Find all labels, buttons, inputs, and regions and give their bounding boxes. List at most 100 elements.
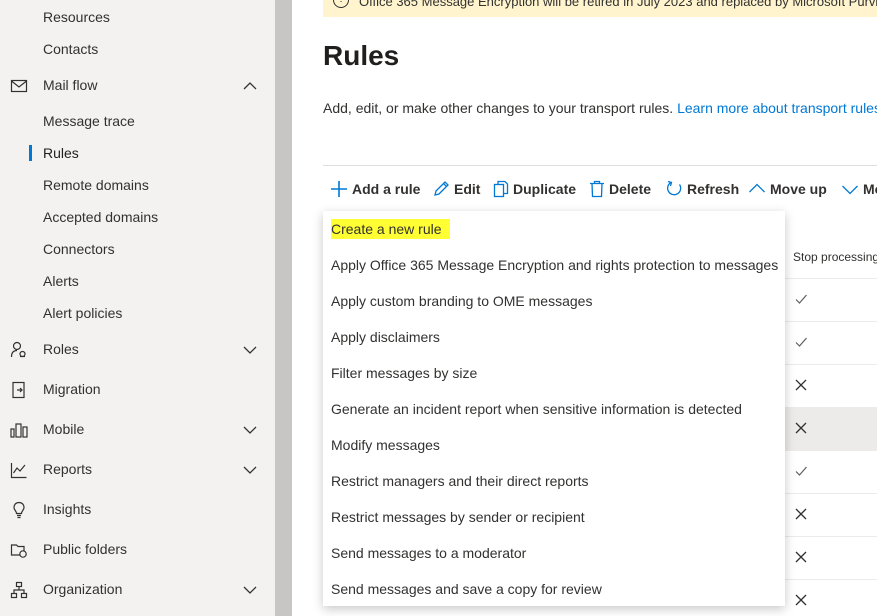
menu-item-save-copy-review[interactable]: Send messages and save a copy for review: [323, 571, 785, 607]
menu-item-label: Apply Office 365 Message Encryption and …: [331, 257, 779, 273]
column-header-stop-processing[interactable]: Stop processing: [793, 250, 877, 264]
sidebar-item-label: Organization: [43, 581, 123, 597]
checkmark-icon: [794, 464, 808, 478]
sidebar-item-mobile[interactable]: Mobile: [0, 413, 275, 445]
table-row[interactable]: [785, 365, 877, 408]
mobile-icon: [10, 421, 28, 439]
sidebar-item-accepted-domains[interactable]: Accepted domains: [0, 201, 275, 233]
mail-icon: [10, 77, 28, 95]
info-icon: !: [333, 0, 349, 8]
menu-item-modify-messages[interactable]: Modify messages: [323, 427, 785, 463]
sidebar-item-label: Remote domains: [43, 177, 149, 193]
checkmark-icon: [794, 292, 808, 306]
sidebar-scrollbar[interactable]: [275, 0, 292, 616]
sidebar-item-label: Mobile: [43, 421, 85, 437]
sidebar-item-resources[interactable]: Resources: [0, 1, 275, 33]
table-row[interactable]: [785, 408, 877, 451]
table-row[interactable]: [785, 451, 877, 494]
info-banner: ! Office 365 Message Encryption will be …: [323, 0, 877, 17]
menu-item-incident-report[interactable]: Generate an incident report when sensiti…: [323, 391, 785, 427]
add-rule-dropdown-menu: Create a new rule Apply Office 365 Messa…: [323, 211, 785, 606]
menu-item-label: Restrict managers and their direct repor…: [331, 473, 589, 489]
organization-icon: [10, 581, 28, 599]
reports-icon: [10, 461, 28, 479]
sidebar-item-alerts[interactable]: Alerts: [0, 265, 275, 297]
sidebar-item-roles[interactable]: Roles: [0, 333, 275, 365]
x-icon: [794, 507, 808, 521]
migration-icon: [10, 381, 28, 399]
duplicate-button[interactable]: Duplicate: [493, 178, 576, 200]
menu-item-apply-ome[interactable]: Apply Office 365 Message Encryption and …: [323, 247, 785, 283]
chevron-down-icon[interactable]: [243, 463, 257, 475]
edit-button[interactable]: Edit: [432, 178, 480, 200]
sidebar-item-label: Roles: [43, 341, 79, 357]
sidebar-item-reports[interactable]: Reports: [0, 453, 275, 485]
sidebar-item-label: Contacts: [43, 41, 99, 57]
table-row[interactable]: [785, 322, 877, 365]
menu-item-label: Apply disclaimers: [331, 329, 440, 345]
sidebar-item-migration[interactable]: Migration: [0, 373, 275, 405]
active-indicator: [29, 145, 32, 161]
trash-icon: [590, 180, 604, 198]
delete-button[interactable]: Delete: [589, 178, 651, 200]
sidebar-item-remote-domains[interactable]: Remote domains: [0, 169, 275, 201]
menu-item-label: Send messages and save a copy for review: [331, 581, 602, 597]
edit-label: Edit: [454, 181, 481, 197]
menu-item-custom-branding[interactable]: Apply custom branding to OME messages: [323, 283, 785, 319]
sidebar-item-alert-policies[interactable]: Alert policies: [0, 297, 275, 329]
sidebar-item-contacts[interactable]: Contacts: [0, 33, 275, 65]
move-down-button[interactable]: Mo: [841, 178, 877, 200]
page-description: Add, edit, or make other changes to your…: [323, 100, 877, 116]
duplicate-label: Duplicate: [513, 181, 577, 197]
refresh-button[interactable]: Refresh: [666, 178, 739, 200]
move-up-button[interactable]: Move up: [748, 178, 827, 200]
banner-text: Office 365 Message Encryption will be re…: [359, 0, 877, 9]
plus-icon: [331, 181, 347, 197]
move-down-label: Mo: [863, 181, 877, 197]
menu-item-filter-by-size[interactable]: Filter messages by size: [323, 355, 785, 391]
duplicate-icon: [493, 180, 509, 198]
public-folders-icon: [10, 541, 28, 559]
chevron-down-icon[interactable]: [243, 583, 257, 595]
chevron-down-icon[interactable]: [243, 343, 257, 355]
lightbulb-icon: [10, 501, 28, 519]
menu-item-restrict-sender-recipient[interactable]: Restrict messages by sender or recipient: [323, 499, 785, 535]
add-rule-button[interactable]: Add a rule: [330, 178, 420, 200]
chevron-down-icon[interactable]: [243, 423, 257, 435]
sidebar-item-label: Resources: [43, 9, 110, 25]
sidebar-item-rules[interactable]: Rules: [0, 137, 275, 169]
chevron-up-icon[interactable]: [243, 79, 257, 91]
sidebar-item-label: Reports: [43, 461, 93, 477]
menu-item-label: Create a new rule: [331, 219, 450, 239]
sidebar-item-organization[interactable]: Organization: [0, 573, 275, 605]
menu-item-create-new-rule[interactable]: Create a new rule: [323, 211, 785, 247]
menu-item-label: Send messages to a moderator: [331, 545, 527, 561]
table-row[interactable]: [785, 279, 877, 322]
menu-item-label: Apply custom branding to OME messages: [331, 293, 593, 309]
sidebar-item-label: Accepted domains: [43, 209, 159, 225]
menu-item-apply-disclaimers[interactable]: Apply disclaimers: [323, 319, 785, 355]
move-up-label: Move up: [770, 181, 827, 197]
x-icon: [794, 550, 808, 564]
table-row[interactable]: [785, 580, 877, 616]
refresh-icon: [667, 180, 682, 196]
sidebar-item-public-folders[interactable]: Public folders: [0, 533, 275, 565]
menu-item-send-to-moderator[interactable]: Send messages to a moderator: [323, 535, 785, 571]
sidebar-item-connectors[interactable]: Connectors: [0, 233, 275, 265]
pencil-icon: [434, 181, 449, 196]
sidebar-item-label: Mail flow: [43, 77, 98, 93]
sidebar-item-message-trace[interactable]: Message trace: [0, 105, 275, 137]
learn-more-link[interactable]: Learn more about transport rules: [677, 100, 877, 116]
toolbar-divider: [323, 165, 877, 166]
sidebar-item-insights[interactable]: Insights: [0, 493, 275, 525]
sidebar-item-label: Alerts: [43, 273, 79, 289]
sidebar-item-label: Insights: [43, 501, 92, 517]
sidebar-item-label: Rules: [43, 145, 79, 161]
chevron-down-icon: [842, 185, 858, 195]
table-row[interactable]: [785, 494, 877, 537]
menu-item-restrict-managers[interactable]: Restrict managers and their direct repor…: [323, 463, 785, 499]
table-row[interactable]: [785, 537, 877, 580]
menu-item-label: Generate an incident report when sensiti…: [331, 401, 742, 417]
x-icon: [794, 421, 808, 435]
sidebar-item-mail-flow[interactable]: Mail flow: [0, 69, 275, 101]
